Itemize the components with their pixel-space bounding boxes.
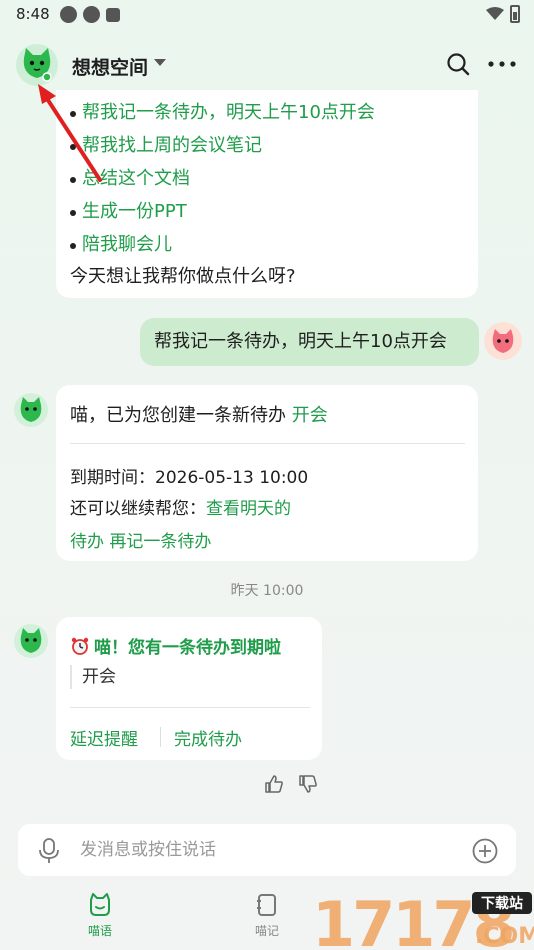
complete-todo-button[interactable]: 完成待办 — [174, 725, 242, 750]
status-bar: 8:48 — [0, 0, 534, 30]
caret-down-icon[interactable] — [154, 59, 166, 66]
chat-header: 想想空间 — [0, 42, 534, 90]
thumbs-down-icon[interactable] — [298, 774, 318, 794]
add-another-todo-link[interactable]: 再记一条待办 — [109, 532, 211, 552]
follow-up-actions: 还可以继续帮您：查看明天的待办 再记一条待办 — [70, 493, 300, 559]
suggestion-item[interactable]: 帮我记一条待办，明天上午10点开会 — [70, 96, 375, 129]
due-time: 到期时间：2026-05-13 10:00 — [70, 468, 309, 488]
pink-cat-avatar-icon — [492, 329, 514, 353]
bot-reply-bubble: 喵，已为您创建一条新待办 开会 到期时间：2026-05-13 10:00 还可… — [56, 385, 478, 561]
site-watermark: 17178 下载站 .COM — [312, 888, 534, 950]
message-input-bar — [18, 824, 516, 876]
button-separator — [160, 727, 161, 747]
thumbs-up-icon[interactable] — [264, 774, 284, 794]
space-title[interactable]: 想想空间 — [72, 53, 148, 80]
reminder-title-text: 喵！您有一条待办到期啦 — [94, 638, 281, 658]
user-message-bubble: 帮我记一条待办，明天上午10点开会 — [140, 318, 479, 366]
tab-miaoyu[interactable]: 喵语 — [70, 892, 130, 939]
plus-circle-icon[interactable] — [472, 838, 498, 864]
tab-label: 喵记 — [254, 924, 279, 938]
search-icon[interactable] — [446, 52, 470, 76]
suggestion-item[interactable]: 总结这个文档 — [70, 162, 375, 195]
tab-miaoji[interactable]: 喵记 — [237, 892, 297, 939]
cat-logo-icon — [23, 48, 52, 82]
a-notification-icon — [106, 8, 120, 22]
bot-avatar — [14, 393, 48, 427]
reply-prefix: 喵，已为您创建一条新待办 — [70, 405, 292, 426]
battery-icon — [510, 5, 520, 23]
suggestion-item[interactable]: 帮我找上周的会议笔记 — [70, 129, 375, 162]
cat-avatar-icon — [20, 628, 42, 653]
wifi-icon — [486, 7, 504, 20]
user-avatar[interactable] — [484, 322, 522, 360]
follow-up-prefix: 还可以继续帮您： — [70, 499, 206, 519]
greeting-question: 今天想让我帮你做点什么呀? — [70, 266, 296, 287]
delay-reminder-button[interactable]: 延迟提醒 — [70, 725, 138, 750]
microphone-icon[interactable] — [38, 838, 60, 864]
suggestion-bubble: 帮我记一条待办，明天上午10点开会 帮我找上周的会议笔记 总结这个文档 生成一份… — [56, 90, 478, 298]
assistant-avatar[interactable] — [16, 44, 58, 86]
tab-label: 喵语 — [87, 924, 112, 938]
message-input[interactable] — [80, 824, 460, 876]
more-icon[interactable] — [486, 52, 518, 76]
reminder-todo-item: 开会 — [70, 665, 116, 689]
system-icons — [486, 5, 520, 23]
suggestion-list: 帮我记一条待办，明天上午10点开会 帮我找上周的会议笔记 总结这个文档 生成一份… — [70, 96, 375, 261]
cat-avatar-icon — [20, 397, 42, 422]
notification-icons — [60, 6, 120, 23]
app-notification-icon — [83, 6, 100, 23]
bot-avatar — [14, 624, 48, 658]
watermark-domain: .COM — [475, 924, 534, 949]
reminder-bubble: 喵！您有一条待办到期啦 开会 延迟提醒 完成待办 — [56, 617, 322, 760]
app-notification-icon — [60, 6, 77, 23]
watermark-tag: 下载站 — [481, 895, 523, 912]
reply-text: 喵，已为您创建一条新待办 开会 — [70, 401, 328, 427]
todo-link[interactable]: 开会 — [292, 405, 328, 426]
reminder-title: 喵！您有一条待办到期啦 — [70, 633, 281, 658]
notebook-icon — [257, 894, 276, 916]
divider — [70, 707, 310, 708]
status-time: 8:48 — [16, 5, 50, 23]
suggestion-item[interactable]: 生成一份PPT — [70, 195, 375, 228]
cat-chat-icon — [90, 893, 110, 916]
alarm-clock-icon — [71, 637, 89, 655]
suggestion-item[interactable]: 陪我聊会儿 — [70, 228, 375, 261]
divider — [70, 443, 465, 444]
message-timestamp: 昨天 10:00 — [230, 583, 304, 599]
